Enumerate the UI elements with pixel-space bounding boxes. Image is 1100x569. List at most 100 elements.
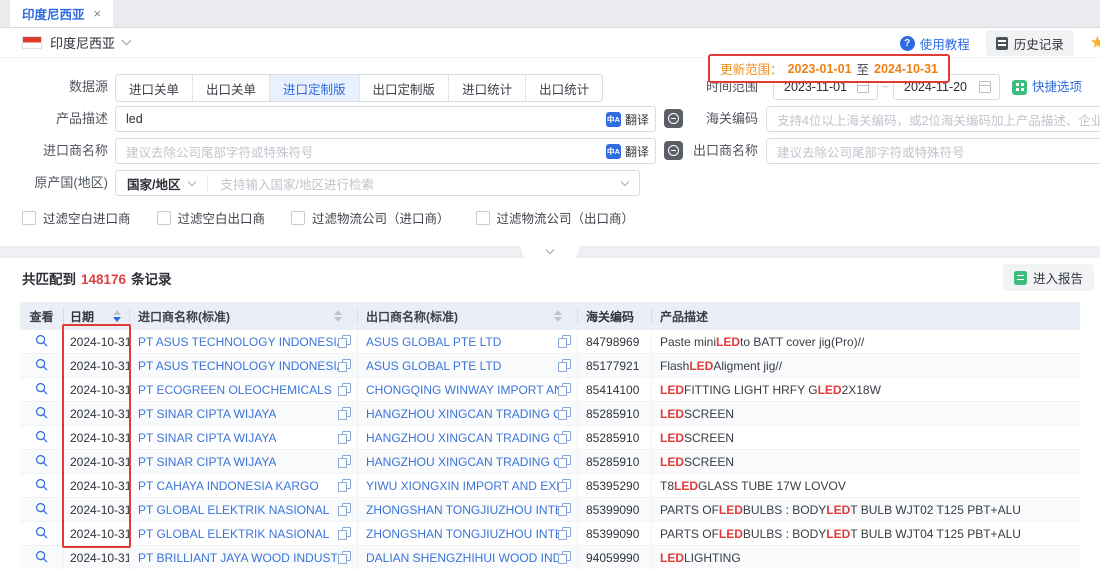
copy-icon[interactable]	[558, 479, 570, 492]
column-header-importer[interactable]: 进口商名称(标准)	[130, 308, 358, 324]
filter-checkbox[interactable]: 过滤物流公司（出口商）	[476, 208, 635, 227]
checkbox-icon[interactable]	[291, 211, 305, 225]
datasource-tab[interactable]: 出口关单	[192, 75, 269, 101]
column-header-exporter[interactable]: 出口商名称(标准)	[358, 308, 578, 324]
exporter-link[interactable]: YIWU XIONGXIN IMPORT AND EXPORT...	[366, 479, 558, 493]
copy-icon[interactable]	[338, 455, 350, 468]
country-tab[interactable]: 印度尼西亚 ×	[10, 0, 113, 27]
calendar-icon	[979, 81, 991, 93]
copy-icon[interactable]	[558, 503, 570, 516]
copy-icon[interactable]	[338, 479, 350, 492]
history-button[interactable]: 历史记录	[986, 30, 1074, 56]
importer-link[interactable]: PT ASUS TECHNOLOGY INDONESIA BA...	[138, 335, 338, 349]
filter-checkbox[interactable]: 过滤空白出口商	[157, 208, 266, 227]
checkbox-icon[interactable]	[476, 211, 490, 225]
view-record-button[interactable]	[35, 550, 48, 566]
hs-code-cell: 85399090	[578, 522, 652, 545]
checkbox-icon[interactable]	[157, 211, 171, 225]
checkbox-icon[interactable]	[22, 211, 36, 225]
translate-button[interactable]: 中A 翻译	[606, 143, 649, 160]
sort-icons-date[interactable]	[113, 310, 121, 322]
copy-icon[interactable]	[558, 431, 570, 444]
view-record-button[interactable]	[35, 406, 48, 422]
exporter-link[interactable]: ASUS GLOBAL PTE LTD	[366, 359, 501, 373]
date-cell: 2024-10-31	[64, 330, 130, 353]
copy-icon[interactable]	[338, 407, 350, 420]
view-record-button[interactable]	[35, 334, 48, 350]
importer-link[interactable]: PT SINAR CIPTA WIJAYA	[138, 431, 276, 445]
exporter-input[interactable]: 建议去除公司尾部字符或特殊符号	[766, 138, 1100, 164]
exporter-link[interactable]: ZHONGSHAN TONGJIUZHOU INTERNA...	[366, 527, 558, 541]
star-icon[interactable]: ★	[1090, 33, 1100, 53]
copy-icon[interactable]	[338, 383, 350, 396]
filter-checkboxes: 过滤空白进口商 过滤空白出口商 过滤物流公司（进口商） 过滤物流公司（出口商）	[22, 208, 634, 227]
copy-icon[interactable]	[558, 551, 570, 564]
view-record-button[interactable]	[35, 430, 48, 446]
importer-link[interactable]: PT CAHAYA INDONESIA KARGO	[138, 479, 319, 493]
hs-code-input[interactable]: 支持4位以上海关编码，或2位海关编码加上产品描述、企业名称的任意信息	[766, 106, 1100, 132]
copy-icon[interactable]	[338, 431, 350, 444]
count-prefix: 共匹配到	[22, 272, 76, 287]
product-desc-cell: T8 LED GLASS TUBE 17W LOVOV	[652, 474, 1080, 497]
datasource-tab[interactable]: 出口统计	[525, 75, 602, 101]
exporter-link[interactable]: HANGZHOU XINGCAN TRADING CO LTD	[366, 407, 558, 421]
copy-icon[interactable]	[338, 551, 350, 564]
importer-link[interactable]: PT ECOGREEN OLEOCHEMICALS	[138, 383, 332, 397]
importer-input[interactable]: 建议去除公司尾部字符或特殊符号 中A 翻译	[115, 138, 656, 164]
copy-icon[interactable]	[338, 359, 350, 372]
sort-icons-exporter[interactable]	[554, 310, 562, 322]
datasource-tab[interactable]: 进口关单	[116, 75, 192, 101]
column-header-date[interactable]: 日期	[64, 308, 130, 324]
copy-icon[interactable]	[558, 383, 570, 396]
copy-icon[interactable]	[558, 359, 570, 372]
hs-code-cell: 85285910	[578, 426, 652, 449]
hs-code-cell: 85395290	[578, 474, 652, 497]
date-cell: 2024-10-31	[64, 546, 130, 569]
exporter-link[interactable]: HANGZHOU XINGCAN TRADING CO LTD	[366, 431, 558, 445]
importer-link[interactable]: PT BRILLIANT JAYA WOOD INDUSTRY	[138, 551, 338, 565]
chevron-down-icon[interactable]	[122, 36, 132, 46]
view-record-button[interactable]	[35, 502, 48, 518]
filter-checkbox[interactable]: 过滤物流公司（进口商）	[291, 208, 450, 227]
datasource-tab[interactable]: 出口定制版	[359, 75, 449, 101]
checkbox-label: 过滤空白出口商	[178, 208, 266, 227]
copy-icon[interactable]	[338, 335, 350, 348]
view-record-button[interactable]	[35, 454, 48, 470]
copy-icon[interactable]	[558, 407, 570, 420]
copy-icon[interactable]	[558, 335, 570, 348]
importer-link[interactable]: PT ASUS TECHNOLOGY INDONESIA BA...	[138, 359, 338, 373]
view-record-button[interactable]	[35, 358, 48, 374]
copy-icon[interactable]	[558, 527, 570, 540]
view-record-button[interactable]	[35, 526, 48, 542]
exporter-link[interactable]: ASUS GLOBAL PTE LTD	[366, 335, 501, 349]
report-label: 进入报告	[1033, 268, 1083, 287]
importer-link[interactable]: PT SINAR CIPTA WIJAYA	[138, 407, 276, 421]
exporter-link[interactable]: HANGZHOU XINGCAN TRADING CO LTD	[366, 455, 558, 469]
help-tutorial-button[interactable]: ? 使用教程	[900, 34, 970, 53]
copy-icon[interactable]	[338, 527, 350, 540]
exporter-link[interactable]: DALIAN SHENGZHIHUI WOOD INDUST...	[366, 551, 558, 565]
origin-country-select[interactable]: 国家/地区	[116, 175, 208, 191]
indonesia-flag-icon	[22, 36, 42, 49]
checkbox-label: 过滤空白进口商	[43, 208, 131, 227]
origin-placeholder: 支持输入国家/地区进行检索	[220, 174, 373, 193]
view-record-button[interactable]	[35, 382, 48, 398]
exporter-link[interactable]: CHONGQING WINWAY IMPORT AND E...	[366, 383, 558, 397]
importer-link[interactable]: PT SINAR CIPTA WIJAYA	[138, 455, 276, 469]
view-record-button[interactable]	[35, 478, 48, 494]
translate-button[interactable]: 中A 翻译	[606, 111, 649, 128]
filter-checkbox[interactable]: 过滤空白进口商	[22, 208, 131, 227]
close-icon[interactable]: ×	[94, 6, 102, 21]
quick-options-button[interactable]: 快捷选项	[1012, 74, 1082, 100]
copy-icon[interactable]	[338, 503, 350, 516]
origin-country-input[interactable]: 国家/地区 支持输入国家/地区进行检索	[115, 170, 640, 196]
product-desc-input[interactable]: led 中A 翻译	[115, 106, 656, 132]
importer-link[interactable]: PT GLOBAL ELEKTRIK NASIONAL	[138, 527, 329, 541]
importer-link[interactable]: PT GLOBAL ELEKTRIK NASIONAL	[138, 503, 329, 517]
datasource-tab[interactable]: 进口定制版	[269, 75, 359, 101]
enter-report-button[interactable]: 进入报告	[1003, 264, 1094, 291]
copy-icon[interactable]	[558, 455, 570, 468]
sort-icons-importer[interactable]	[334, 310, 342, 322]
datasource-tab[interactable]: 进口统计	[448, 75, 525, 101]
exporter-link[interactable]: ZHONGSHAN TONGJIUZHOU INTERNA...	[366, 503, 558, 517]
